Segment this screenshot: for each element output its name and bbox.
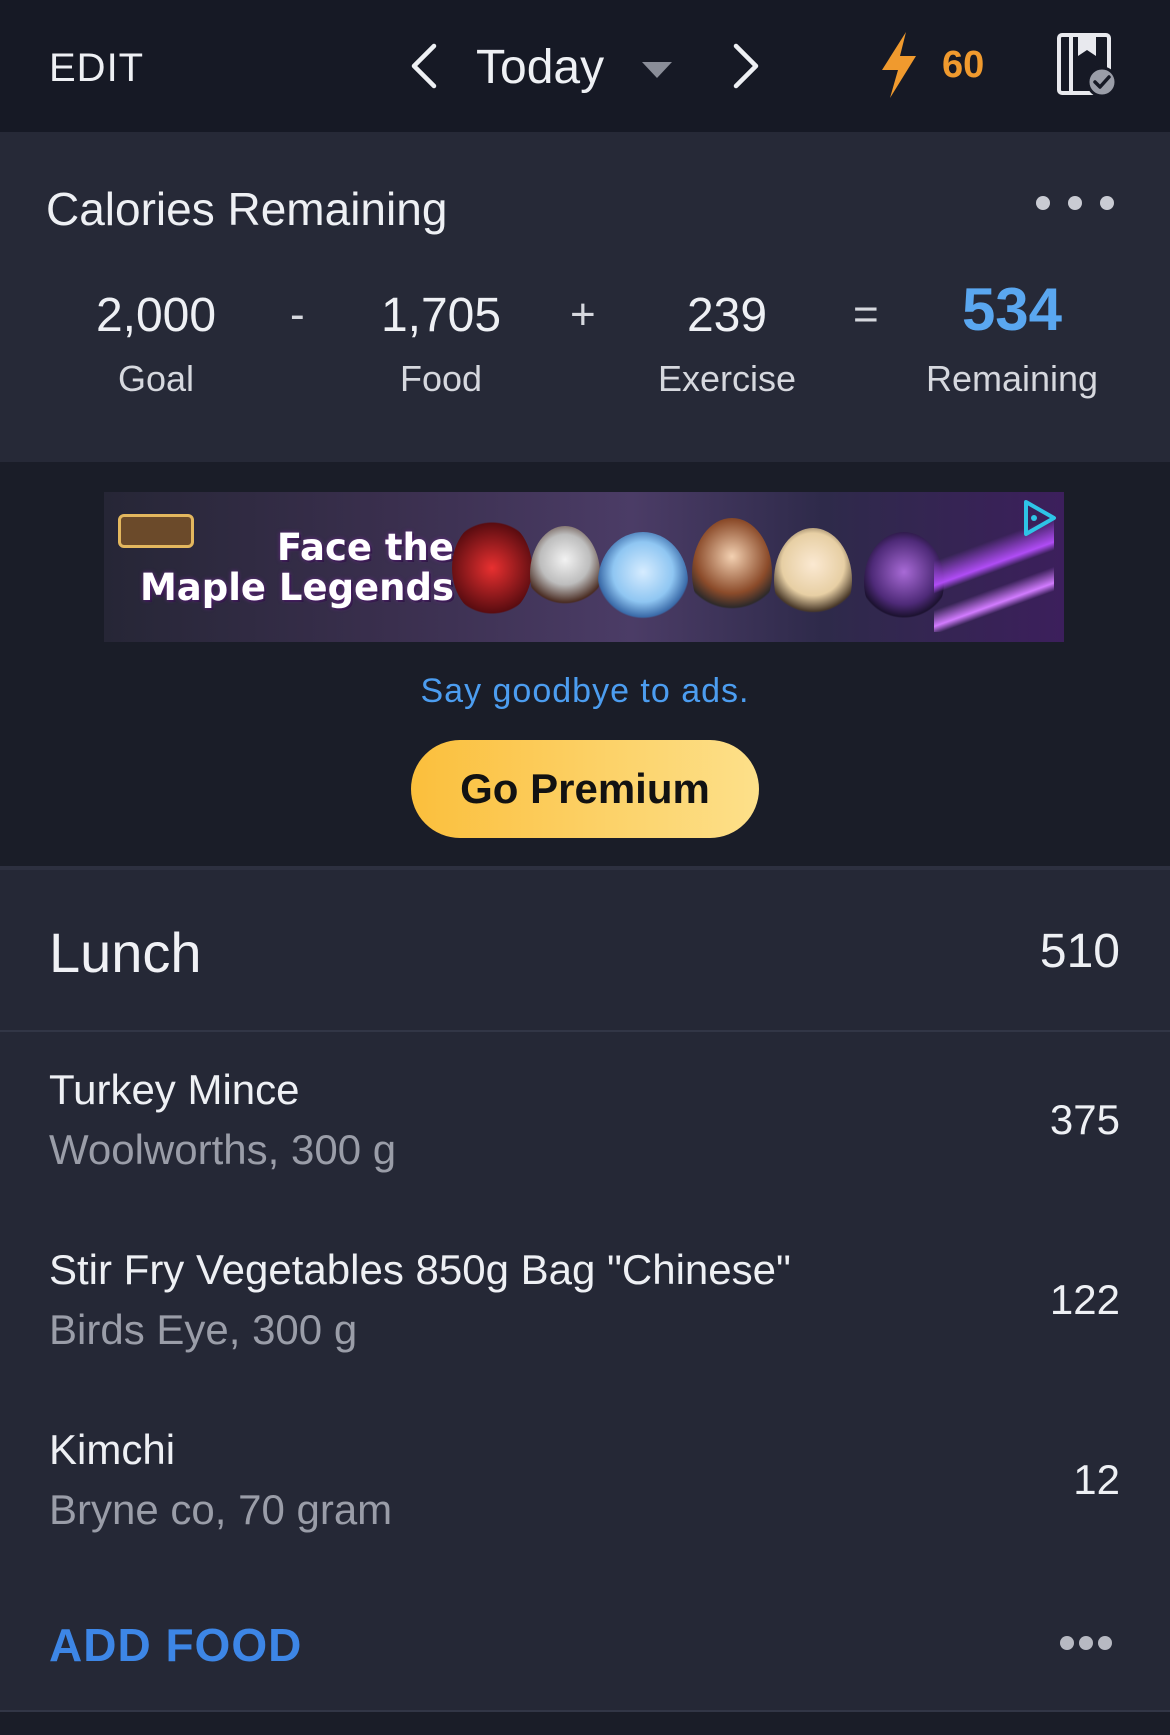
go-premium-button[interactable]: Go Premium [411,740,759,838]
lightning-icon[interactable] [876,30,922,100]
streak-count[interactable]: 60 [942,44,984,87]
chevron-right-icon[interactable] [726,40,766,92]
remaining-label: Remaining [925,358,1099,399]
equals-sign: = [853,290,879,339]
ad-section: Face the Maple Legends Say goodbye to ad… [0,462,1170,866]
ad-headline-line1: Face the [276,526,454,569]
food-calories: 122 [1049,1276,1120,1323]
food-label: Food [399,358,483,399]
edit-button[interactable]: EDIT [49,46,144,91]
goal-column[interactable]: 2,000 Goal [46,288,266,400]
remove-ads-text[interactable]: Say goodbye to ads. [0,672,1170,711]
ad-character [452,518,532,618]
chevron-left-icon[interactable] [404,40,444,92]
ad-character [864,532,944,632]
food-name: Kimchi [49,1426,176,1473]
minus-sign: - [290,290,305,339]
ad-headline-line2: Maple Legends [139,566,454,609]
next-section-edge [0,1710,1170,1735]
food-column[interactable]: 1,705 Food [331,288,551,400]
exercise-column[interactable]: 239 Exercise [617,288,837,400]
meal-title: Lunch [49,921,202,984]
ad-character [692,518,772,628]
plus-sign: + [570,290,596,339]
exercise-label: Exercise [657,358,797,399]
ad-banner[interactable]: Face the Maple Legends [104,492,1064,642]
top-bar: EDIT Today 60 [0,0,1170,132]
more-horizontal-icon[interactable] [1036,192,1120,212]
food-value: 1,705 [380,289,502,342]
remaining-value: 534 [961,276,1063,343]
more-horizontal-icon[interactable] [1060,1634,1112,1650]
meal-section-lunch: Lunch 510 Turkey Mince Woolworths, 300 g… [0,870,1170,1710]
goal-value: 2,000 [95,289,217,342]
food-name: Stir Fry Vegetables 850g Bag "Chinese" [49,1246,791,1293]
food-description: Bryne co, 70 gram [49,1486,393,1533]
ad-choices-icon[interactable] [1018,498,1058,538]
food-description: Birds Eye, 300 g [49,1306,358,1353]
calories-title: Calories Remaining [46,183,448,235]
food-calories: 12 [1073,1456,1120,1503]
meal-header[interactable]: Lunch 510 [0,870,1170,1032]
meal-total-calories: 510 [1039,925,1120,978]
food-name: Turkey Mince [49,1066,300,1113]
date-selector[interactable]: Today [476,40,604,95]
exercise-value: 239 [686,289,768,342]
food-description: Woolworths, 300 g [49,1126,397,1173]
food-item[interactable]: Stir Fry Vegetables 850g Bag "Chinese" B… [0,1246,1170,1426]
diary-check-icon[interactable] [1056,32,1118,98]
add-food-button[interactable]: ADD FOOD [49,1618,302,1672]
ad-character [598,532,688,632]
ad-character [530,526,600,622]
calories-card: Calories Remaining 2,000 Goal - 1,705 Fo… [0,132,1170,462]
goal-label: Goal [117,358,195,399]
food-item[interactable]: Turkey Mince Woolworths, 300 g 375 [0,1066,1170,1246]
food-calories: 375 [1049,1096,1120,1143]
ad-character [774,528,852,632]
remaining-column[interactable]: 534 Remaining [902,276,1122,400]
caret-down-icon[interactable] [640,60,674,80]
ad-headline: Face the Maple Legends [134,528,454,608]
food-item[interactable]: Kimchi Bryne co, 70 gram 12 [0,1426,1170,1606]
